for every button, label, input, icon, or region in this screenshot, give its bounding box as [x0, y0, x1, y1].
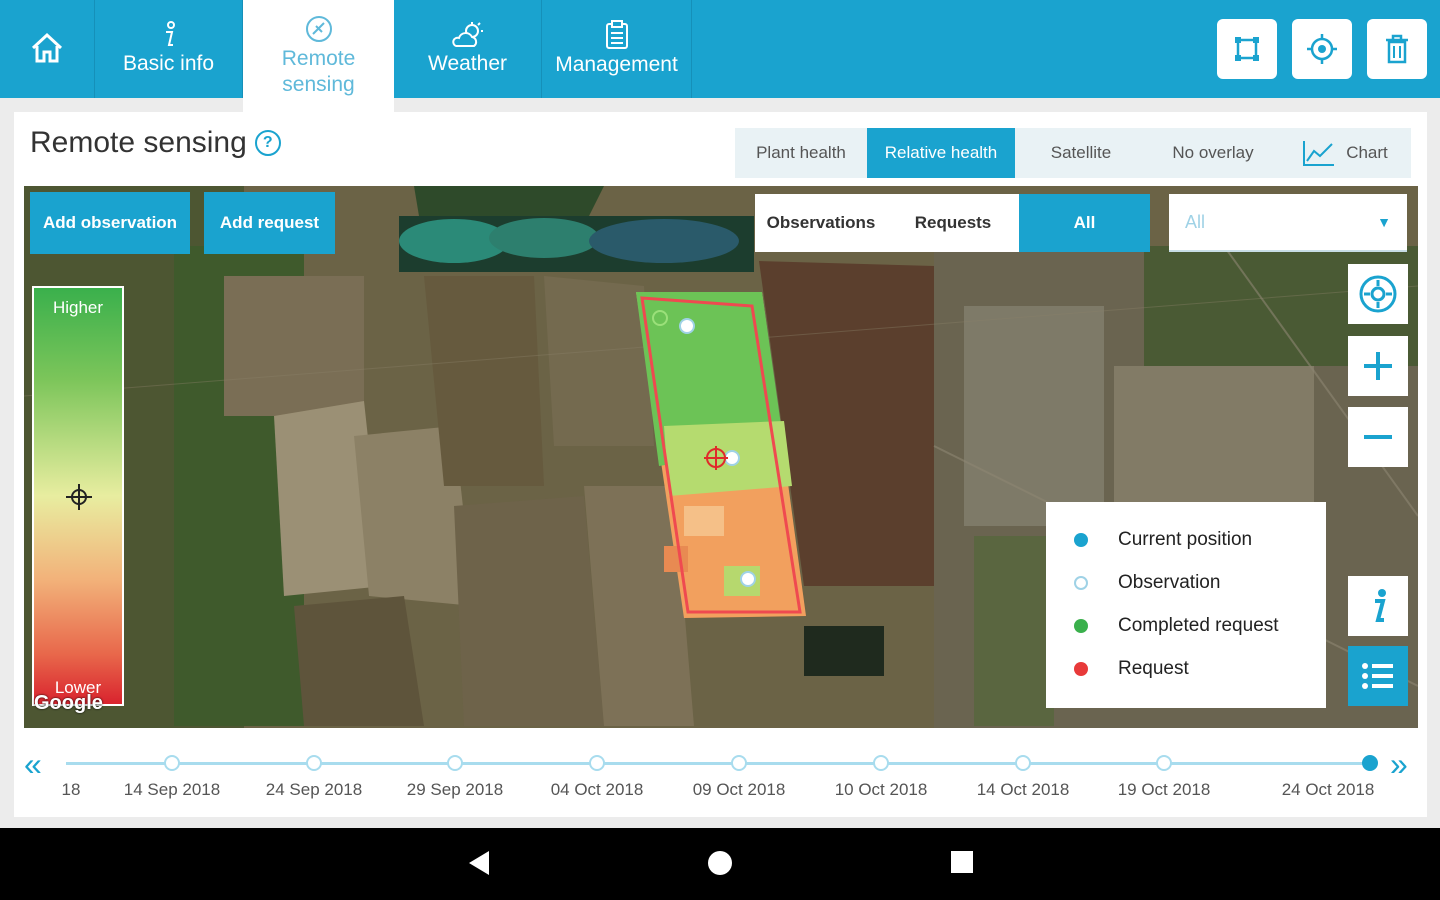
date-timeline: « 18 14 Sep 2018 24 Sep 2018 29 Sep 2018 04 …: [14, 742, 1427, 812]
legend-label: Completed request: [1118, 614, 1279, 636]
health-scale-bar: Higher Lower: [32, 286, 124, 706]
timeline-date-label[interactable]: 09 Oct 2018: [693, 780, 786, 800]
timeline-point[interactable]: [731, 755, 747, 771]
tab-management-label: Management: [555, 53, 678, 76]
locate-icon: [1307, 34, 1337, 64]
tab-management[interactable]: Management: [542, 0, 692, 98]
request-dot-icon: [1074, 661, 1088, 676]
timeline-date-label[interactable]: 19 Oct 2018: [1118, 780, 1211, 800]
tab-basic-info-label: Basic info: [122, 52, 215, 75]
timeline-point[interactable]: [1156, 755, 1172, 771]
home-icon: [31, 32, 63, 63]
tab-plant-health[interactable]: Plant health: [735, 128, 867, 178]
draw-area-icon: [1235, 37, 1259, 61]
tab-weather[interactable]: Weather: [394, 0, 542, 98]
current-position-dot-icon: [1074, 532, 1088, 547]
tab-remote-sensing-label: Remote sensing: [281, 47, 356, 96]
tab-remote-sensing[interactable]: Remote sensing: [243, 0, 394, 112]
page-title: Remote sensing ?: [30, 126, 281, 160]
legend-current-position: Current position: [1074, 518, 1326, 561]
info-icon: [165, 21, 175, 46]
filter-requests[interactable]: Requests: [887, 194, 1019, 252]
timeline-point[interactable]: [306, 755, 322, 771]
minus-icon: [1364, 435, 1392, 439]
add-observation-button[interactable]: Add observation: [30, 192, 190, 254]
tab-satellite[interactable]: Satellite: [1015, 128, 1147, 178]
tab-relative-health[interactable]: Relative health: [867, 128, 1015, 178]
plus-icon: [1364, 352, 1392, 380]
timeline-next-button[interactable]: »: [1390, 748, 1408, 780]
filter-observations[interactable]: Observations: [755, 194, 887, 252]
timeline-date-label[interactable]: 10 Oct 2018: [835, 780, 928, 800]
system-navigation-bar: [0, 828, 1440, 900]
timeline-point[interactable]: [447, 755, 463, 771]
delete-icon: [1386, 34, 1408, 64]
crosshair-icon: [66, 484, 92, 510]
locate-button[interactable]: [1292, 19, 1352, 79]
compass-icon: [1359, 275, 1397, 313]
legend-label: Observation: [1118, 571, 1221, 593]
chart-icon: [1303, 141, 1335, 166]
timeline-date-label[interactable]: 24 Sep 2018: [266, 780, 362, 800]
timeline-point[interactable]: [873, 755, 889, 771]
legend-request: Request: [1074, 647, 1326, 690]
home-button[interactable]: [0, 0, 95, 98]
completed-request-dot-icon: [1074, 618, 1088, 633]
tab-chart-label: Chart: [1346, 143, 1388, 162]
timeline-date-label[interactable]: 18: [62, 780, 81, 800]
home-circle-icon[interactable]: [707, 850, 733, 876]
add-request-button[interactable]: Add request: [204, 192, 335, 254]
filter-select-value: All: [1185, 211, 1206, 232]
help-icon[interactable]: ?: [254, 130, 281, 156]
info-button[interactable]: [1348, 576, 1408, 636]
top-navigation: Basic info Remote sensing Weather Manage…: [0, 0, 1440, 112]
timeline-point[interactable]: [589, 755, 605, 771]
map-legend: Current position Observation Completed r…: [1046, 502, 1326, 708]
timeline-track: [66, 762, 1372, 765]
legend-toggle-button[interactable]: [1348, 646, 1408, 706]
timeline-date-label[interactable]: 04 Oct 2018: [551, 780, 644, 800]
clipboard-icon: [605, 20, 628, 49]
delete-button[interactable]: [1367, 19, 1427, 79]
timeline-point[interactable]: [164, 755, 180, 771]
observation-dot-icon: [1074, 575, 1088, 590]
satellite-icon: [305, 16, 332, 42]
timeline-point[interactable]: [1362, 755, 1378, 771]
info-italic-icon: [1375, 589, 1386, 622]
tab-no-overlay[interactable]: No overlay: [1147, 128, 1279, 178]
compass-button[interactable]: [1348, 264, 1408, 324]
filter-select[interactable]: All ▼: [1169, 194, 1407, 252]
timeline-date-label[interactable]: 24 Oct 2018: [1282, 780, 1375, 800]
map-attribution: Google: [34, 692, 103, 714]
zoom-in-button[interactable]: [1348, 336, 1408, 396]
caret-down-icon: ▼: [1377, 214, 1391, 230]
timeline-date-label[interactable]: 29 Sep 2018: [407, 780, 503, 800]
filter-all[interactable]: All: [1019, 194, 1150, 252]
timeline-date-label[interactable]: 14 Sep 2018: [124, 780, 220, 800]
legend-label: Current position: [1118, 528, 1253, 550]
tab-weather-label: Weather: [428, 52, 507, 75]
legend-observation: Observation: [1074, 561, 1326, 604]
tab-chart[interactable]: Chart: [1279, 128, 1411, 178]
timeline-prev-button[interactable]: «: [24, 748, 42, 780]
legend-completed-request: Completed request: [1074, 604, 1326, 647]
list-icon: [1362, 663, 1393, 689]
draw-area-button[interactable]: [1217, 19, 1277, 79]
recents-icon[interactable]: [950, 850, 974, 874]
back-icon[interactable]: [467, 850, 491, 876]
remote-sensing-panel: Remote sensing ? Plant health Relative h…: [14, 112, 1427, 817]
weather-icon: [451, 22, 483, 47]
overlay-tabs: Plant health Relative health Satellite N…: [735, 128, 1411, 178]
legend-label: Request: [1118, 657, 1189, 679]
tab-basic-info[interactable]: Basic info: [95, 0, 243, 98]
zoom-out-button[interactable]: [1348, 407, 1408, 467]
timeline-point[interactable]: [1015, 755, 1031, 771]
timeline-date-label[interactable]: 14 Oct 2018: [977, 780, 1070, 800]
scale-high-label: Higher: [52, 298, 104, 317]
marker-filter-tabs: Observations Requests All: [755, 194, 1150, 252]
map-view[interactable]: Add observation Add request Observations…: [24, 186, 1418, 728]
page-title-text: Remote sensing: [30, 126, 247, 159]
